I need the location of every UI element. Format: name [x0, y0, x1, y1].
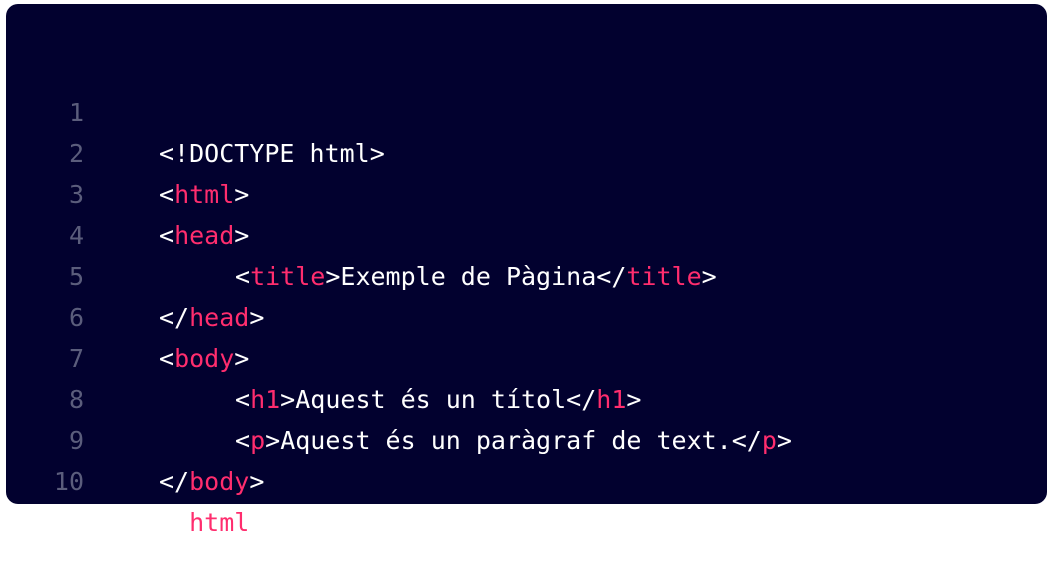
- line-number: 10: [53, 467, 84, 496]
- code-line: 1 <!DOCTYPE html>: [6, 51, 1047, 168]
- code-line: 4 <title>Exemple de Pàgina</title>: [6, 174, 1047, 291]
- closing-tag-name: html: [189, 508, 250, 537]
- code-line: 3 <head>: [6, 133, 1047, 250]
- code-line: 10 </html>: [6, 420, 1047, 537]
- code-line: 5 </head>: [6, 215, 1047, 332]
- closing-tag-name: body: [189, 467, 250, 496]
- code-text: </body>: [159, 467, 265, 496]
- code-line: 2 <html>: [6, 92, 1047, 209]
- code-line: 8 <p>Aquest és un paràgraf de text.</p>: [6, 338, 1047, 455]
- code-line: 7 <h1>Aquest és un títol</h1>: [6, 297, 1047, 414]
- code-line: 9 </body>: [6, 379, 1047, 496]
- code-line: 6 <body>: [6, 256, 1047, 373]
- code-block: 1 <!DOCTYPE html> 2 <html> 3 <head> 4 <t…: [6, 4, 1047, 537]
- code-text: </html>: [159, 508, 265, 537]
